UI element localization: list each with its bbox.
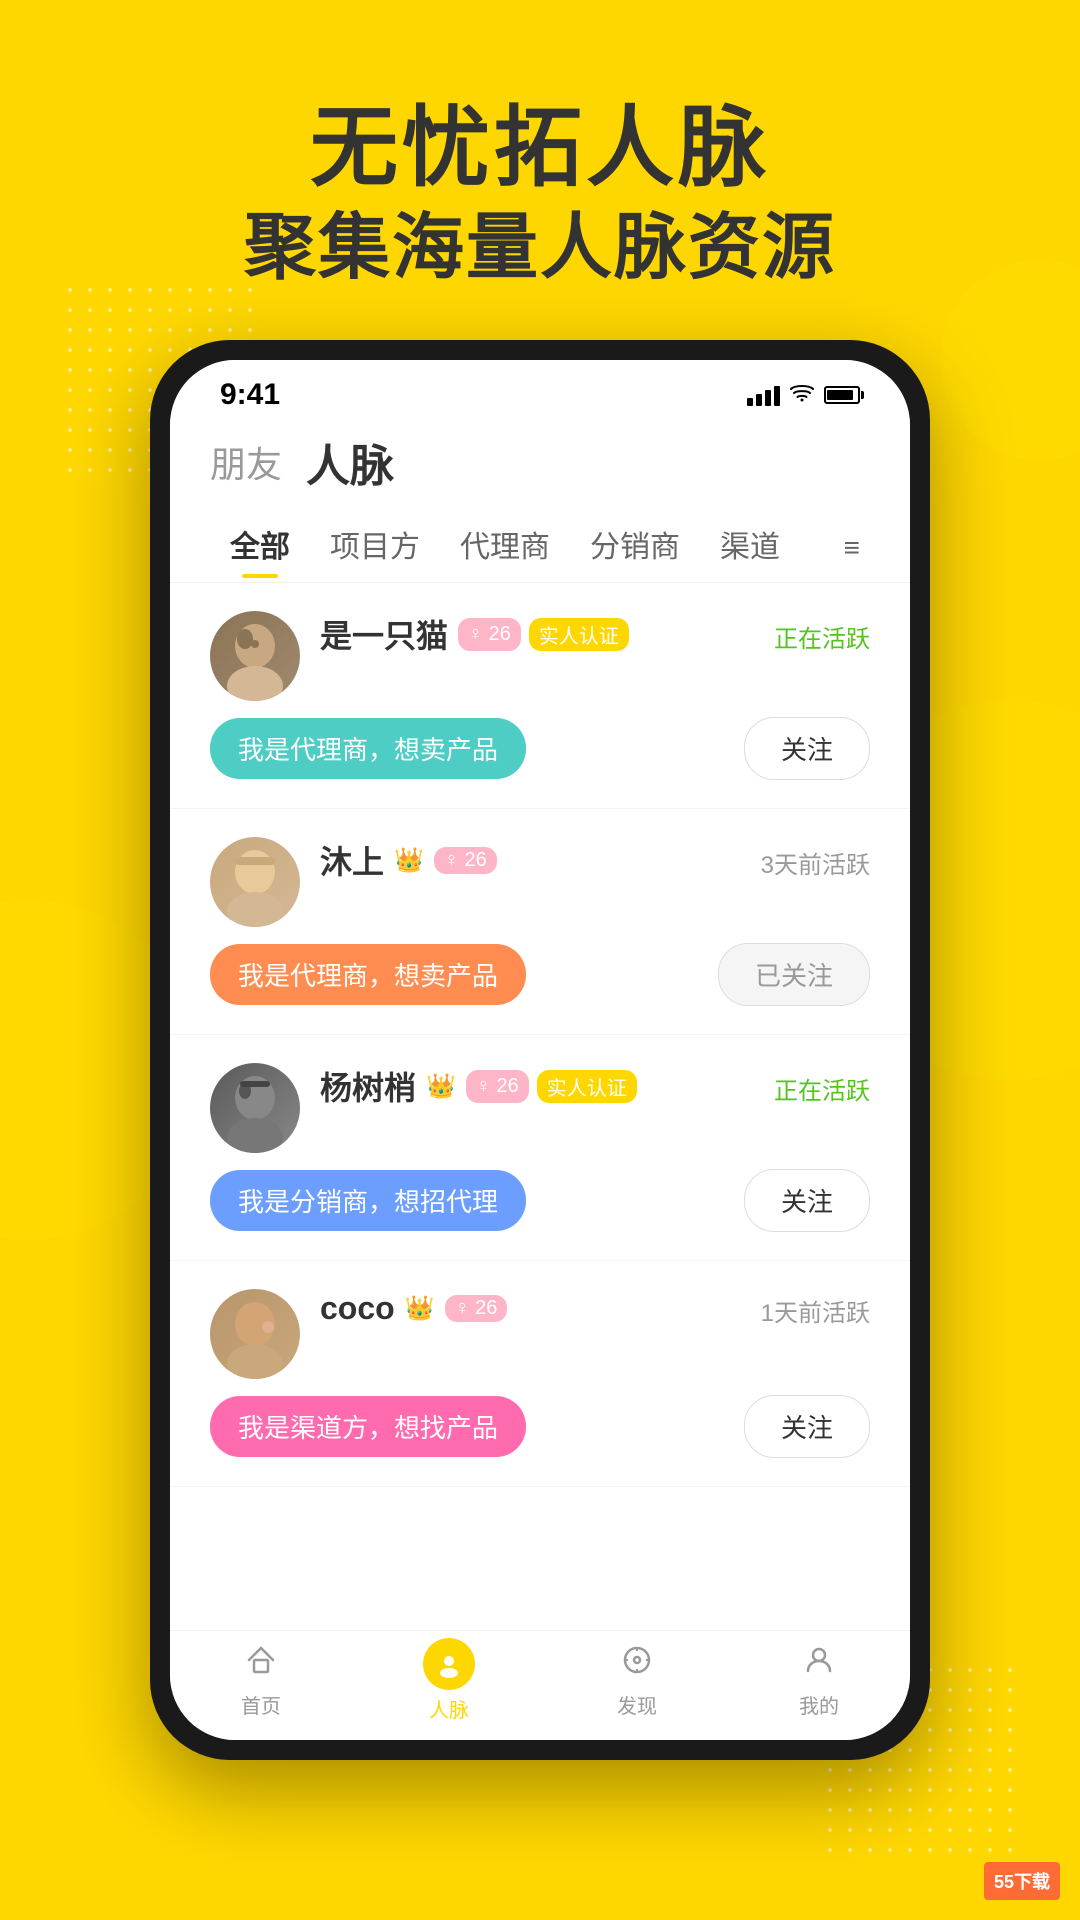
user-activity-2: 3天前活跃 bbox=[761, 841, 870, 880]
follow-button-3[interactable]: 关注 bbox=[744, 1169, 870, 1232]
user-tag-row-3: 我是分销商，想招代理 关注 bbox=[210, 1169, 870, 1232]
avatar-3 bbox=[210, 1063, 300, 1153]
bottom-navigation: 首页 人脉 bbox=[170, 1630, 910, 1740]
crown-icon-4: 👑 bbox=[405, 1294, 435, 1323]
user-name-1: 是一只猫 bbox=[320, 611, 448, 657]
filter-tab-agent[interactable]: 代理商 bbox=[440, 514, 570, 582]
user-name-2: 沐上 bbox=[320, 837, 384, 883]
badge-gender-3: ♀ 26 bbox=[466, 1070, 529, 1103]
tab-friend[interactable]: 朋友 bbox=[210, 436, 282, 488]
filter-tab-channel[interactable]: 渠道 bbox=[700, 514, 800, 582]
badge-verified-3: 实人认证 bbox=[537, 1070, 637, 1103]
status-time: 9:41 bbox=[220, 378, 280, 412]
crown-icon-2: 👑 bbox=[394, 846, 424, 875]
user-info-2: 沐上 👑 ♀ 26 3天前活跃 bbox=[320, 837, 870, 891]
crown-icon-3: 👑 bbox=[426, 1072, 456, 1101]
avatar-4 bbox=[210, 1289, 300, 1379]
nav-label-renmai: 人脉 bbox=[429, 1694, 469, 1723]
user-activity-4: 1天前活跃 bbox=[761, 1289, 870, 1328]
nav-item-mine[interactable]: 我的 bbox=[799, 1643, 839, 1719]
nav-item-renmai[interactable]: 人脉 bbox=[423, 1638, 475, 1723]
filter-tab-all[interactable]: 全部 bbox=[210, 514, 310, 582]
headline-1: 无忧拓人脉 bbox=[0, 100, 1080, 197]
user-badges-3: ♀ 26 实人认证 bbox=[466, 1070, 637, 1103]
follow-button-2[interactable]: 已关注 bbox=[718, 943, 870, 1006]
nav-header: 朋友 人脉 bbox=[170, 420, 910, 494]
user-tag-4: 我是渠道方，想找产品 bbox=[210, 1396, 526, 1457]
signal-icon bbox=[747, 384, 780, 406]
badge-gender-4: ♀ 26 bbox=[445, 1295, 508, 1322]
watermark: 55下载 bbox=[984, 1862, 1060, 1900]
wifi-icon bbox=[790, 382, 814, 408]
status-bar: 9:41 bbox=[170, 360, 910, 420]
headline-2: 聚集海量人脉资源 bbox=[0, 205, 1080, 291]
phone-screen: 9:41 bbox=[170, 360, 910, 1740]
filter-tabs-bar: 全部 项目方 代理商 分销商 渠道 ≡ bbox=[170, 494, 910, 582]
home-icon bbox=[244, 1643, 278, 1686]
user-item-1[interactable]: 是一只猫 ♀ 26 实人认证 正在活跃 我是代理商，想卖产品 关注 bbox=[170, 583, 910, 809]
user-tag-row-4: 我是渠道方，想找产品 关注 bbox=[210, 1395, 870, 1458]
nav-item-home[interactable]: 首页 bbox=[241, 1643, 281, 1719]
status-icons bbox=[747, 382, 860, 408]
badge-gender-1: ♀ 26 bbox=[458, 618, 521, 651]
user-badges-2: ♀ 26 bbox=[434, 847, 497, 874]
user-item-2[interactable]: 沐上 👑 ♀ 26 3天前活跃 我是代理商，想卖产品 已关注 bbox=[170, 809, 910, 1035]
user-activity-3: 正在活跃 bbox=[774, 1067, 870, 1106]
mine-icon bbox=[802, 1643, 836, 1686]
user-info-1: 是一只猫 ♀ 26 实人认证 正在活跃 bbox=[320, 611, 870, 665]
nav-label-home: 首页 bbox=[241, 1690, 281, 1719]
filter-tab-project[interactable]: 项目方 bbox=[310, 514, 440, 582]
user-list: 是一只猫 ♀ 26 实人认证 正在活跃 我是代理商，想卖产品 关注 bbox=[170, 583, 910, 1623]
header-section: 无忧拓人脉 聚集海量人脉资源 bbox=[0, 60, 1080, 291]
badge-gender-2: ♀ 26 bbox=[434, 847, 497, 874]
follow-button-4[interactable]: 关注 bbox=[744, 1395, 870, 1458]
nav-label-mine: 我的 bbox=[799, 1690, 839, 1719]
renmai-icon bbox=[423, 1638, 475, 1690]
discover-icon bbox=[620, 1643, 654, 1686]
user-badges-1: ♀ 26 实人认证 bbox=[458, 618, 629, 651]
user-activity-1: 正在活跃 bbox=[774, 615, 870, 654]
badge-verified-1: 实人认证 bbox=[529, 618, 629, 651]
user-tag-1: 我是代理商，想卖产品 bbox=[210, 718, 526, 779]
user-badges-4: ♀ 26 bbox=[445, 1295, 508, 1322]
user-item-3[interactable]: 杨树梢 👑 ♀ 26 实人认证 正在活跃 我是分销商，想招代理 bbox=[170, 1035, 910, 1261]
user-name-4: coco bbox=[320, 1290, 395, 1327]
user-item-4[interactable]: coco 👑 ♀ 26 1天前活跃 我是渠道方，想找产品 关注 bbox=[170, 1261, 910, 1487]
avatar-1 bbox=[210, 611, 300, 701]
filter-menu-icon[interactable]: ≡ bbox=[834, 524, 870, 572]
avatar-2 bbox=[210, 837, 300, 927]
tab-renmai[interactable]: 人脉 bbox=[306, 430, 394, 494]
battery-icon bbox=[824, 386, 860, 404]
phone-frame: 9:41 bbox=[150, 340, 930, 1760]
nav-label-discover: 发现 bbox=[617, 1690, 657, 1719]
nav-item-discover[interactable]: 发现 bbox=[617, 1643, 657, 1719]
user-tag-row-2: 我是代理商，想卖产品 已关注 bbox=[210, 943, 870, 1006]
filter-tab-distributor[interactable]: 分销商 bbox=[570, 514, 700, 582]
user-name-3: 杨树梢 bbox=[320, 1063, 416, 1109]
user-info-4: coco 👑 ♀ 26 1天前活跃 bbox=[320, 1289, 870, 1336]
phone-mockup: 9:41 bbox=[150, 340, 930, 1760]
follow-button-1[interactable]: 关注 bbox=[744, 717, 870, 780]
user-tag-3: 我是分销商，想招代理 bbox=[210, 1170, 526, 1231]
user-tag-row-1: 我是代理商，想卖产品 关注 bbox=[210, 717, 870, 780]
user-tag-2: 我是代理商，想卖产品 bbox=[210, 944, 526, 1005]
user-info-3: 杨树梢 👑 ♀ 26 实人认证 正在活跃 bbox=[320, 1063, 870, 1117]
